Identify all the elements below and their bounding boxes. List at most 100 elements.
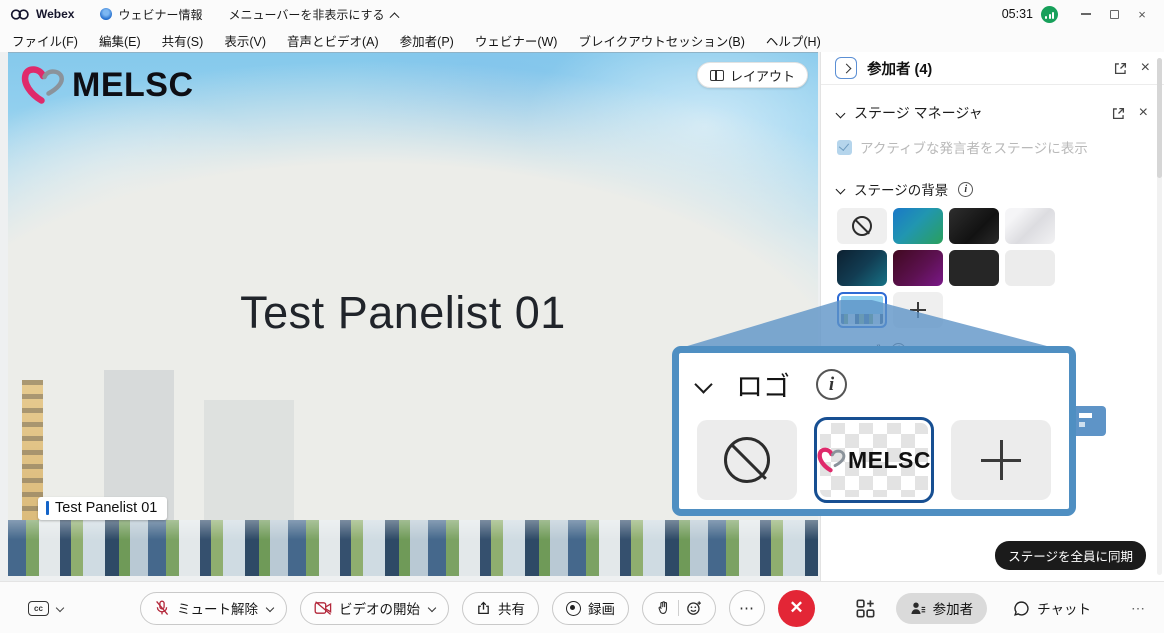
chevron-down-icon[interactable] xyxy=(266,604,274,612)
leave-x-icon: ✕ xyxy=(789,598,803,618)
apps-icon[interactable] xyxy=(855,598,876,619)
logo-section-magnified-inset: ロゴ i MELSC xyxy=(672,346,1076,516)
reaction-smiley-icon xyxy=(686,600,702,616)
reactions-button-group[interactable] xyxy=(642,592,716,625)
raise-hand-icon xyxy=(656,600,671,616)
unmute-button[interactable]: ミュート解除 xyxy=(140,592,287,625)
melsc-heart-icon xyxy=(20,65,66,105)
inset-logo-header: ロゴ i xyxy=(697,365,1051,404)
menu-item-view[interactable]: 表示(V) xyxy=(224,31,266,50)
start-video-button[interactable]: ビデオの開始 xyxy=(300,592,449,625)
active-speaker-label: Test Panelist 01 xyxy=(38,497,167,520)
chevron-right-icon xyxy=(841,63,851,73)
mic-muted-icon xyxy=(154,600,170,616)
stage-background-title: ステージの背景 xyxy=(854,179,948,199)
participants-title: 参加者 (4) xyxy=(867,58,932,79)
stage-preview-icon xyxy=(1072,406,1106,436)
stage-background-header: ステージの背景 i xyxy=(821,179,1164,199)
menu-item-file[interactable]: ファイル(F) xyxy=(12,31,78,50)
closed-caption-icon[interactable]: cc xyxy=(28,601,49,616)
checkbox-checked-icon[interactable] xyxy=(837,140,852,155)
panel-scrollbar[interactable] xyxy=(1157,58,1162,575)
webex-logo-icon xyxy=(10,8,30,21)
minimize-icon xyxy=(1081,13,1091,14)
connection-quality-icon[interactable] xyxy=(1041,6,1058,23)
chevron-down-icon[interactable] xyxy=(428,604,436,612)
minimize-button[interactable] xyxy=(1072,2,1100,26)
collapse-panel-button[interactable] xyxy=(835,57,857,79)
inset-logo-options: MELSC xyxy=(697,417,1051,503)
leave-meeting-button[interactable]: ✕ xyxy=(778,590,815,627)
pop-out-icon[interactable] xyxy=(1114,62,1127,75)
bg-option-teal[interactable] xyxy=(837,250,887,286)
active-speaker-checkbox-label: アクティブな発言者をステージに表示 xyxy=(860,137,1088,157)
record-button[interactable]: 録画 xyxy=(552,592,629,625)
stage-manager-header: ステージ マネージャ × xyxy=(821,103,1164,123)
slide-title: Test Panelist 01 xyxy=(8,287,798,339)
more-panels-button[interactable]: ⋯ xyxy=(1131,600,1146,617)
no-logo-icon xyxy=(724,437,770,483)
speaking-indicator-icon xyxy=(46,501,49,515)
app-brand: Webex xyxy=(10,7,74,21)
menu-item-help[interactable]: ヘルプ(H) xyxy=(766,31,821,50)
menu-item-webinar[interactable]: ウェビナー(W) xyxy=(475,31,558,50)
inset-logo-option-melsc-selected[interactable]: MELSC xyxy=(814,417,934,503)
stage-brand-wordmark: MELSC xyxy=(72,66,194,105)
bg-option-white[interactable] xyxy=(1005,250,1055,286)
close-section-icon[interactable]: × xyxy=(1139,105,1148,121)
camera-off-icon xyxy=(314,601,332,615)
close-button[interactable]: × xyxy=(1128,2,1156,26)
menu-item-breakout[interactable]: ブレイクアウトセッション(B) xyxy=(578,31,744,50)
bg-option-blue-green[interactable] xyxy=(893,208,943,244)
menu-item-audio-video[interactable]: 音声とビデオ(A) xyxy=(287,31,379,50)
sync-stage-button[interactable]: ステージを全員に同期 xyxy=(995,541,1146,570)
participants-header: 参加者 (4) × xyxy=(821,52,1164,85)
main-content: MELSC レイアウト Test Panelist 01 Test Paneli… xyxy=(0,52,1164,581)
bg-option-purple[interactable] xyxy=(893,250,943,286)
maximize-icon xyxy=(1110,10,1119,19)
bg-option-black[interactable] xyxy=(949,250,999,286)
chevron-down-icon xyxy=(694,375,712,393)
inset-logo-title: ロゴ xyxy=(736,365,790,404)
share-button[interactable]: 共有 xyxy=(462,592,539,625)
stage-manager-title: ステージ マネージャ xyxy=(854,103,983,123)
chevron-down-icon[interactable] xyxy=(836,184,846,194)
layout-grid-icon xyxy=(710,70,724,81)
app-name: Webex xyxy=(36,7,74,21)
info-icon[interactable]: i xyxy=(958,182,973,197)
inset-logo-option-none[interactable] xyxy=(697,420,797,500)
bg-option-silver[interactable] xyxy=(1005,208,1055,244)
chat-toggle-button[interactable]: チャット xyxy=(1013,598,1091,618)
menu-item-participants[interactable]: 参加者(P) xyxy=(400,31,454,50)
chevron-down-icon[interactable] xyxy=(836,108,846,118)
menu-bar: ファイル(F) 編集(E) 共有(S) 表示(V) 音声とビデオ(A) 参加者(… xyxy=(0,28,1164,52)
chevron-down-icon[interactable] xyxy=(56,604,64,612)
webinar-info-icon xyxy=(100,8,112,20)
webinar-info-button[interactable]: ウェビナー情報 xyxy=(100,6,202,23)
control-toolbar: cc ミュート解除 ビデオの開始 xyxy=(0,581,1164,633)
participants-toggle-button[interactable]: 参加者 xyxy=(896,593,988,624)
city-skyline xyxy=(8,520,818,576)
menu-item-share[interactable]: 共有(S) xyxy=(162,31,204,50)
title-bar: Webex ウェビナー情報 メニューバーを非表示にする 05:31 × xyxy=(0,0,1164,28)
more-options-button[interactable]: ⋯ xyxy=(729,590,765,626)
active-speaker-checkbox-row[interactable]: アクティブな発言者をステージに表示 xyxy=(821,137,1164,157)
record-icon xyxy=(566,601,581,616)
webex-window: Webex ウェビナー情報 メニューバーを非表示にする 05:31 × ファイル… xyxy=(0,0,1164,633)
hide-menubar-button[interactable]: メニューバーを非表示にする xyxy=(228,6,397,23)
background-building xyxy=(204,400,294,520)
layout-button[interactable]: レイアウト xyxy=(697,62,808,88)
close-panel-icon[interactable]: × xyxy=(1141,60,1150,76)
pop-out-icon[interactable] xyxy=(1112,107,1125,120)
inset-logo-option-add[interactable] xyxy=(951,420,1051,500)
bg-option-none[interactable] xyxy=(837,208,887,244)
maximize-button[interactable] xyxy=(1100,2,1128,26)
participants-icon xyxy=(910,601,926,616)
bg-option-dark[interactable] xyxy=(949,208,999,244)
close-icon: × xyxy=(1138,7,1146,22)
meeting-time: 05:31 xyxy=(1002,7,1033,21)
chat-icon xyxy=(1013,600,1030,617)
stage-brand-logo: MELSC xyxy=(20,65,194,105)
menu-item-edit[interactable]: 編集(E) xyxy=(99,31,141,50)
share-icon xyxy=(476,601,491,616)
